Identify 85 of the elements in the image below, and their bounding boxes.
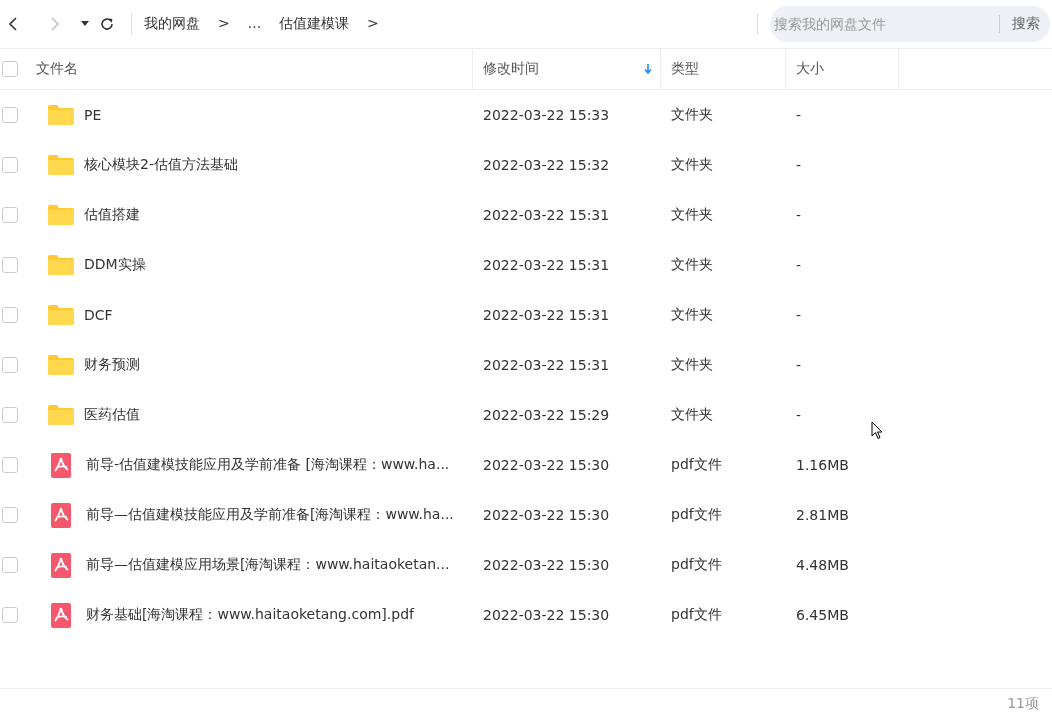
file-name[interactable]: PE <box>84 107 102 123</box>
back-icon[interactable] <box>7 16 19 32</box>
file-name[interactable]: 估值搭建 <box>84 206 140 224</box>
folder-icon <box>48 105 74 125</box>
file-name[interactable]: 前导-估值建模技能应用及学前准备 [海淘课程：www.ha... <box>86 456 450 474</box>
column-header[interactable]: 文件名 <box>36 49 472 89</box>
breadcrumb-item[interactable]: 估值建模课 <box>279 15 350 33</box>
modified-time: 2022-03-22 15:31 <box>483 307 610 323</box>
modified-time: 2022-03-22 15:30 <box>483 457 610 473</box>
row-checkbox[interactable] <box>2 257 18 273</box>
file-name[interactable]: 核心模块2-估值方法基础 <box>84 156 238 174</box>
file-type: pdf文件 <box>671 506 722 524</box>
row-checkbox[interactable] <box>2 607 18 623</box>
modified-time: 2022-03-22 15:30 <box>483 607 610 623</box>
pdf-icon <box>51 552 71 578</box>
row-checkbox[interactable] <box>2 557 18 573</box>
file-type: 文件夹 <box>671 106 713 124</box>
mouse-cursor-icon <box>871 421 883 440</box>
row-checkbox[interactable] <box>2 307 18 323</box>
file-size: - <box>796 157 802 173</box>
row-checkbox[interactable] <box>2 407 18 423</box>
file-type: pdf文件 <box>671 456 722 474</box>
file-name[interactable]: DDM实操 <box>84 256 146 274</box>
modified-time: 2022-03-22 15:32 <box>483 157 610 173</box>
file-name[interactable]: 财务基础[海淘课程：www.haitaoketang.com].pdf <box>86 606 414 624</box>
row-checkbox[interactable] <box>2 357 18 373</box>
breadcrumb-item[interactable]: 我的网盘 <box>144 15 200 33</box>
dropdown-icon[interactable] <box>81 21 89 27</box>
file-size: - <box>796 107 802 123</box>
file-type: 文件夹 <box>671 356 713 374</box>
file-size: 4.48MB <box>796 557 849 573</box>
forward-icon[interactable] <box>49 16 61 32</box>
file-type: 文件夹 <box>671 206 713 224</box>
file-type: 文件夹 <box>671 306 713 324</box>
file-type: pdf文件 <box>671 556 722 574</box>
modified-time: 2022-03-22 15:33 <box>483 107 610 123</box>
modified-time: 2022-03-22 15:29 <box>483 407 610 423</box>
file-type: pdf文件 <box>671 606 722 624</box>
column-header[interactable]: 修改时间 <box>483 49 660 89</box>
row-checkbox[interactable] <box>2 207 18 223</box>
modified-time: 2022-03-22 15:31 <box>483 207 610 223</box>
file-size: - <box>796 307 802 323</box>
row-checkbox[interactable] <box>2 507 18 523</box>
search-field[interactable]: 搜索我的网盘文件 搜索 <box>770 6 1050 42</box>
modified-time: 2022-03-22 15:31 <box>483 357 610 373</box>
breadcrumb-item[interactable]: ... <box>247 15 262 33</box>
refresh-icon[interactable] <box>99 16 115 32</box>
file-size: 1.16MB <box>796 457 849 473</box>
folder-icon <box>48 155 74 175</box>
file-type: 文件夹 <box>671 156 713 174</box>
folder-icon <box>48 255 74 275</box>
folder-icon <box>48 205 74 225</box>
modified-time: 2022-03-22 15:31 <box>483 257 610 273</box>
modified-time: 2022-03-22 15:30 <box>483 557 610 573</box>
item-count: 11项 <box>1007 695 1039 713</box>
file-size: 2.81MB <box>796 507 849 523</box>
row-checkbox[interactable] <box>2 157 18 173</box>
file-type: 文件夹 <box>671 406 713 424</box>
file-type: 文件夹 <box>671 256 713 274</box>
modified-time: 2022-03-22 15:30 <box>483 507 610 523</box>
column-header[interactable]: 大小 <box>796 49 898 89</box>
file-name[interactable]: DCF <box>84 307 113 323</box>
select-all-checkbox[interactable] <box>2 61 18 77</box>
file-size: 6.45MB <box>796 607 849 623</box>
pdf-icon <box>51 452 71 478</box>
pdf-icon <box>51 502 71 528</box>
sort-arrow-icon <box>644 63 652 75</box>
search-button[interactable]: 搜索 <box>1000 15 1050 33</box>
file-name[interactable]: 前导—估值建模技能应用及学前准备[海淘课程：www.ha... <box>86 506 454 524</box>
column-header[interactable]: 类型 <box>671 49 785 89</box>
file-size: - <box>796 207 802 223</box>
folder-icon <box>48 405 74 425</box>
breadcrumb-item[interactable]: > <box>218 15 230 33</box>
row-checkbox[interactable] <box>2 107 18 123</box>
folder-icon <box>48 305 74 325</box>
file-size: - <box>796 257 802 273</box>
breadcrumb-item[interactable]: > <box>367 15 379 33</box>
file-size: - <box>796 407 802 423</box>
folder-icon <box>48 355 74 375</box>
file-size: - <box>796 357 802 373</box>
row-checkbox[interactable] <box>2 457 18 473</box>
file-name[interactable]: 前导—估值建模应用场景[海淘课程：www.haitaoketan... <box>86 556 450 574</box>
pdf-icon <box>51 602 71 628</box>
file-name[interactable]: 医药估值 <box>84 406 140 424</box>
file-name[interactable]: 财务预测 <box>84 356 140 374</box>
